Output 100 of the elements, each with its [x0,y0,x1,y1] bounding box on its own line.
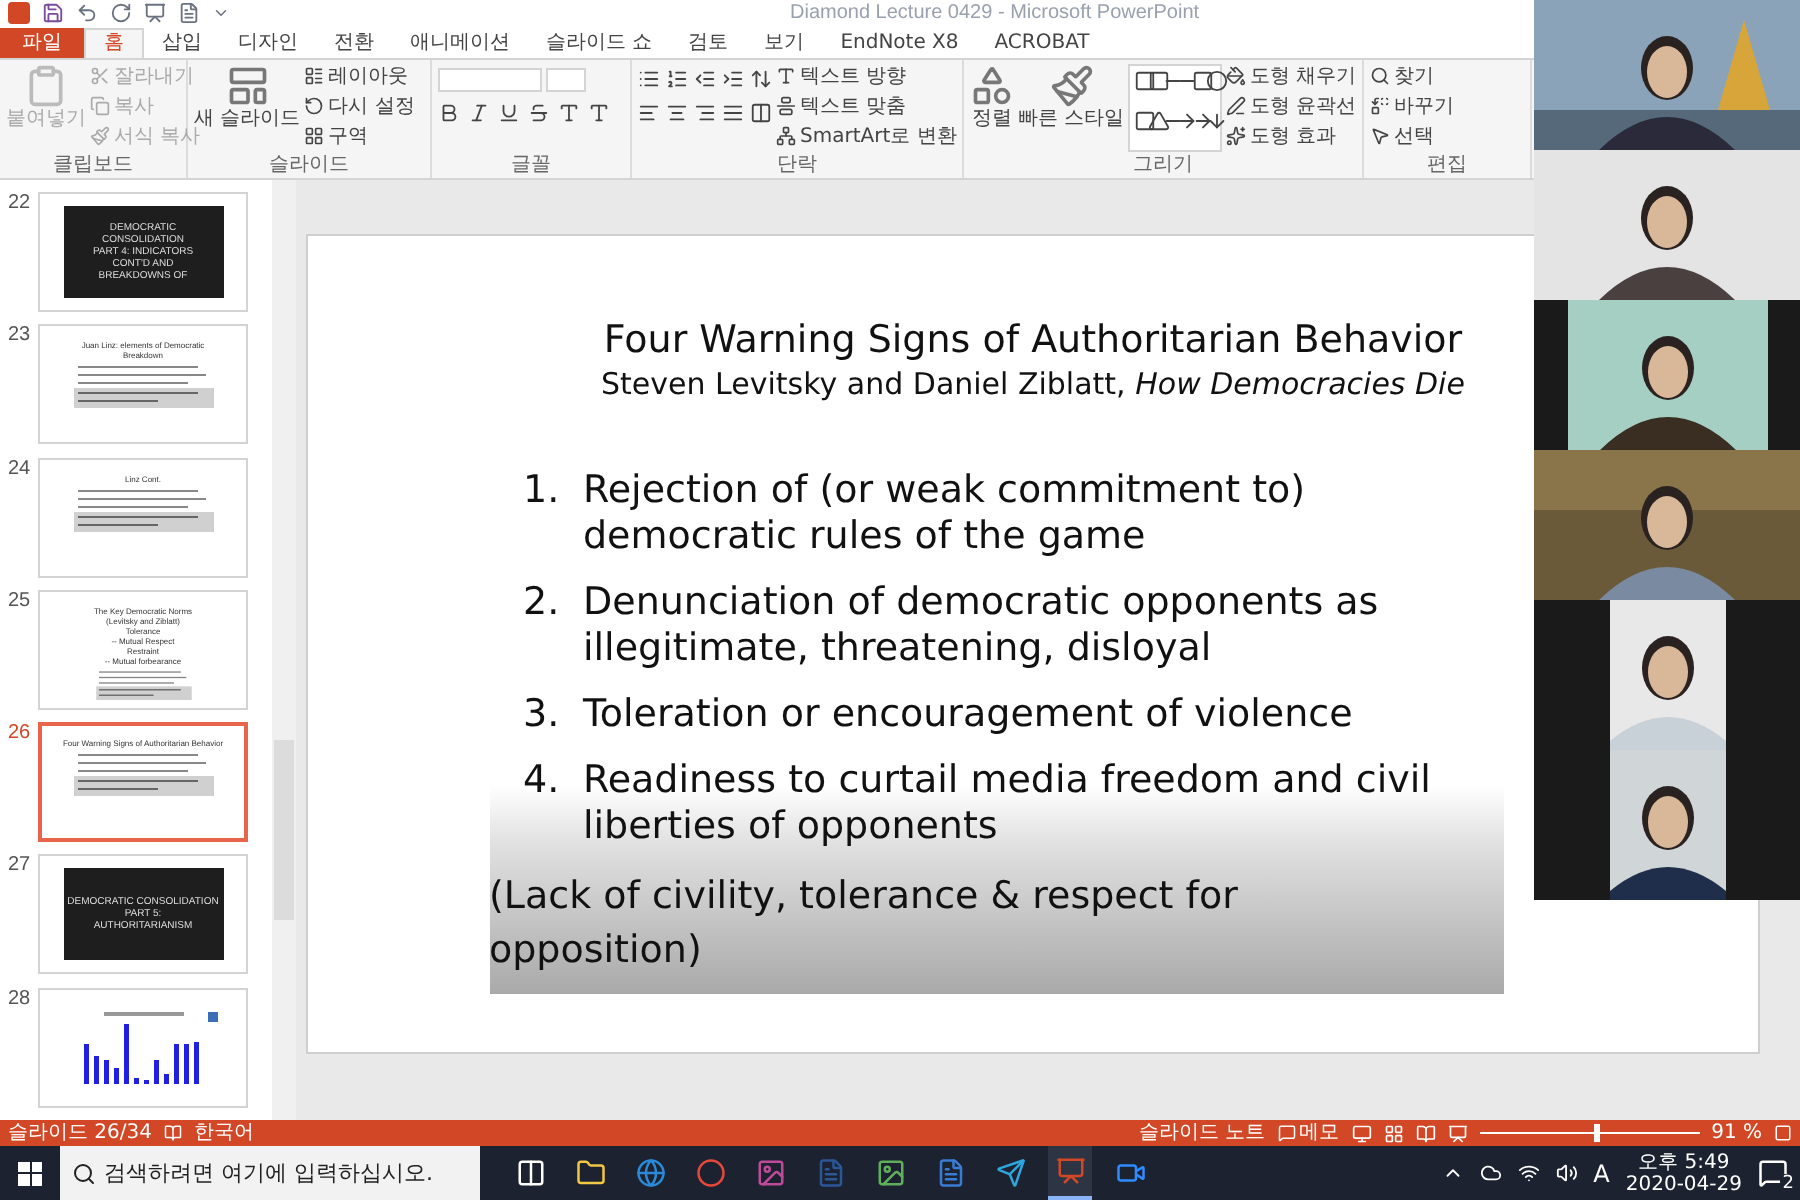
slide-number: 23 [6,324,28,351]
list-number: 4. [523,758,562,806]
image-icon [875,1158,905,1188]
group-label: 클립보드 [51,154,135,178]
ribbon-tab[interactable]: 파일 [0,27,84,58]
brush-icon [90,126,110,147]
pointer-icon [1370,126,1390,147]
undo-icon[interactable] [76,2,98,25]
slide-number: 22 [6,192,28,218]
taskbar-app-button[interactable] [1048,1146,1092,1200]
align-left-icon[interactable] [638,101,660,124]
search-icon [1370,66,1390,87]
line-spacing-icon[interactable] [750,67,772,90]
italic-icon[interactable] [468,101,490,124]
ribbon-tab[interactable]: EndNote X8 [822,27,977,58]
numbering-icon[interactable] [666,67,688,90]
outdent-icon[interactable] [694,67,716,90]
ribbon-tab[interactable]: 삽입 [144,27,220,58]
scissors-icon [90,66,110,87]
slide-number: 24 [6,457,28,484]
folder-icon [575,1158,605,1188]
ribbon-button[interactable]: 선택 [1370,123,1454,150]
sparkle-icon [1225,126,1246,147]
indent-icon[interactable] [722,67,744,90]
list-item-text: Toleration or encouragement of violence [583,692,1353,738]
sorter-view-icon[interactable] [1383,1123,1404,1143]
columns-icon[interactable] [750,101,772,124]
slide-number: 27 [6,854,28,881]
font-size-field[interactable] [546,67,586,92]
font-color-icon[interactable] [588,101,610,124]
ribbon-tab[interactable]: 슬라이드 쇼 [528,27,671,58]
ribbon-button[interactable]: 도형 효과 [1225,123,1356,150]
text-icon [776,66,796,87]
ribbon-button[interactable]: 도형 채우기 [1225,63,1356,90]
scrollbar[interactable] [272,180,296,1120]
bullets-icon[interactable] [638,67,660,90]
search-field[interactable]: 검색하려면 여기에 입력하십시오. [60,1146,480,1200]
ribbon-tab[interactable]: 디자인 [220,27,316,58]
replace-icon [1370,96,1390,117]
wifi-icon[interactable] [1517,1162,1540,1184]
ribbon-button[interactable]: 구역 [304,123,415,150]
document-icon[interactable] [178,2,200,25]
slide-title: Four Warning Signs of Authoritarian Behavior [603,316,1463,364]
text-box-icon[interactable] [1134,69,1157,92]
font-size-icon[interactable] [558,101,580,124]
text-box-icon[interactable] [1148,69,1171,92]
slideshow-icon[interactable] [144,2,166,25]
notes-button[interactable]: 슬라이드 노트 [1138,1120,1266,1146]
clock-date[interactable]: 2020-04-29 [1625,1173,1742,1195]
list-number: 1. [523,468,562,516]
ribbon-button[interactable]: 도형 윤곽선 [1225,93,1356,120]
ribbon-large-button[interactable]: 빠른 스타일 [1018,63,1125,154]
underline-icon[interactable] [498,101,520,124]
proofing-icon[interactable] [164,1124,182,1142]
task-view-icon [515,1158,545,1188]
ribbon-tab[interactable]: ACROBAT [976,27,1108,58]
slide-subtitle: Steven Levitsky and Daniel Ziblatt, How Democracies Die [601,364,1465,404]
list-item-text: Denunciation of democratic opponents as illegitimate, threatening, disloyal [583,580,1381,672]
ribbon-button[interactable]: SmartArt로 변환 [776,123,957,150]
slide-icon [225,63,270,108]
list-number: 2. [523,580,562,628]
grid-icon [304,126,325,147]
reading-view-icon[interactable] [1415,1123,1436,1143]
cloud-icon[interactable] [1479,1162,1502,1184]
ribbon-tab[interactable]: 검토 [670,27,747,58]
ribbon-tab[interactable]: 홈 [84,27,144,58]
ribbon-tab[interactable]: 전환 [316,27,392,58]
input-mode[interactable]: A [1593,1155,1610,1191]
fit-icon[interactable] [1774,1124,1792,1142]
strikethrough-icon[interactable] [528,101,550,124]
align-icon [776,96,796,117]
ribbon-button[interactable]: 찾기 [1370,63,1454,90]
ribbon-tab[interactable]: 보기 [746,27,823,58]
ribbon-large-button[interactable]: 정렬 [970,63,1014,154]
comments-button[interactable]: 메모 [1277,1120,1340,1146]
ribbon-tab[interactable]: 애니메이션 [392,27,528,58]
slide-thumbnail[interactable] [38,987,248,1108]
comment-icon [1277,1124,1296,1142]
align-right-icon[interactable] [694,101,716,124]
bold-icon[interactable] [438,101,460,124]
group-label: 단락 [775,154,819,178]
ribbon-button[interactable]: 바꾸기 [1370,93,1454,120]
reset-icon [304,96,325,117]
shapes-gallery[interactable] [1128,63,1222,152]
ribbon-button[interactable]: 텍스트 맞춤 [776,93,957,120]
windows-icon [18,1161,42,1185]
powerpoint-logo-icon [8,2,30,25]
language-label[interactable]: 한국어 [194,1120,254,1146]
redo-icon[interactable] [110,2,132,25]
clock-time[interactable]: 오후 5:49 [1638,1151,1730,1173]
speaker-icon[interactable] [1555,1162,1578,1184]
ribbon-button[interactable]: 텍스트 방향 [776,63,957,90]
normal-view-icon[interactable] [1351,1123,1372,1143]
slideshow-icon[interactable] [1447,1123,1468,1143]
justify-icon[interactable] [722,101,744,124]
ribbon-button[interactable]: 레이아웃 [304,63,415,90]
font-name-field[interactable] [438,67,542,92]
ribbon-button[interactable]: 다시 설정 [304,93,415,120]
save-icon[interactable] [42,2,64,25]
align-center-icon[interactable] [666,101,688,124]
